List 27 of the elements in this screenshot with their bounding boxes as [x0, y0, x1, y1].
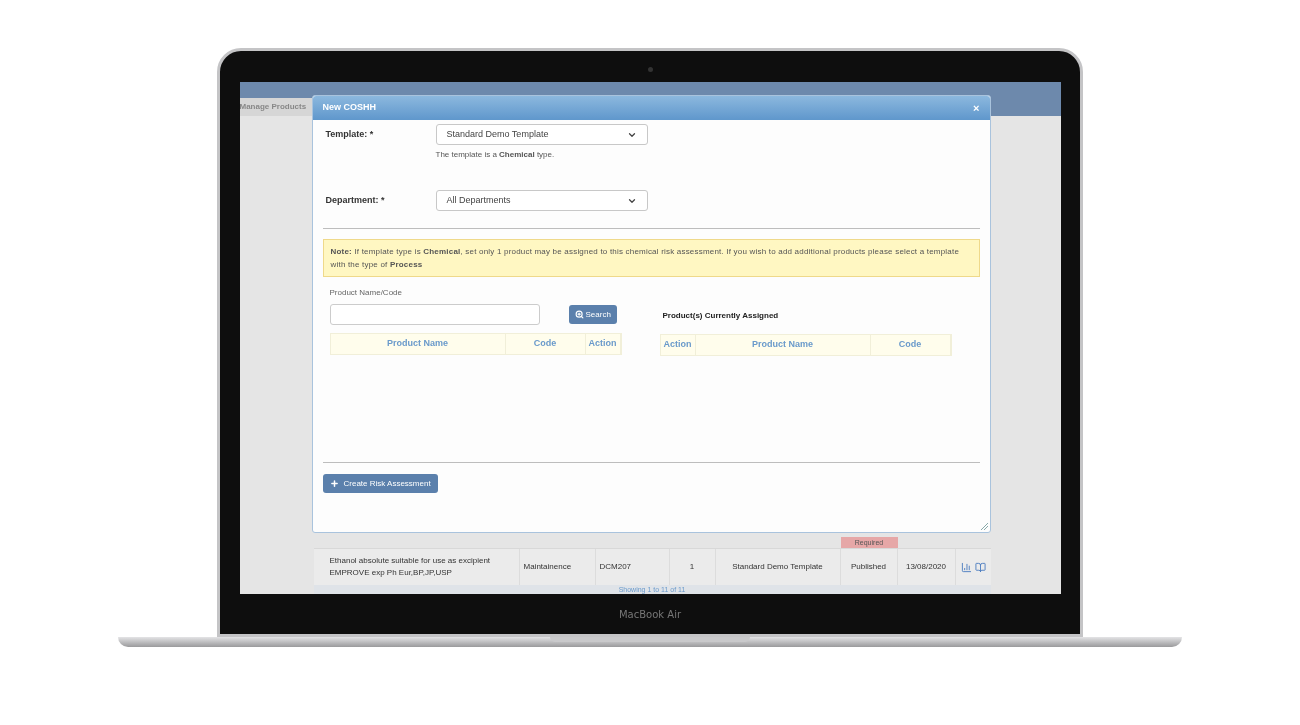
- resize-grip-icon[interactable]: [980, 523, 988, 530]
- modal-title: New COSHH: [322, 101, 376, 115]
- search-input[interactable]: [329, 304, 540, 325]
- column-header: Code: [870, 335, 951, 355]
- column-header: Action: [585, 334, 621, 354]
- column-header: Action: [660, 335, 696, 355]
- note-box: Note: If template type is Chemical, set only 1 product may be assigned to this chemical risk assessment. If you wish to add additional products please select a template with the type of Process: [322, 239, 980, 277]
- tab[interactable]: Manage Products: [239, 98, 313, 116]
- camera-icon: [647, 67, 653, 72]
- field-label: Department: *: [324, 194, 386, 207]
- field-label: Product Name/Code: [329, 287, 403, 299]
- laptop-label: MacBook Air: [618, 607, 682, 622]
- search-icon: [574, 310, 584, 319]
- column-header: Code: [505, 334, 586, 354]
- close-button[interactable]: ×: [973, 102, 980, 114]
- help-text: The template is a Chemical type.: [435, 149, 556, 161]
- create-button[interactable]: Create Risk Assessment: [322, 474, 438, 493]
- column-header: Product Name: [695, 335, 871, 355]
- search-button[interactable]: Search: [568, 305, 617, 324]
- column-header: Product Name: [330, 334, 506, 354]
- book-icon[interactable]: [974, 561, 986, 573]
- field-label: Template: *: [324, 128, 375, 141]
- bar-chart-icon[interactable]: [960, 561, 972, 573]
- section-title: Product(s) Currently Assigned: [662, 310, 780, 322]
- dropdown[interactable]: All Departments: [435, 190, 648, 211]
- dropdown[interactable]: Standard Demo Template: [435, 124, 648, 145]
- plus-icon: [329, 479, 339, 488]
